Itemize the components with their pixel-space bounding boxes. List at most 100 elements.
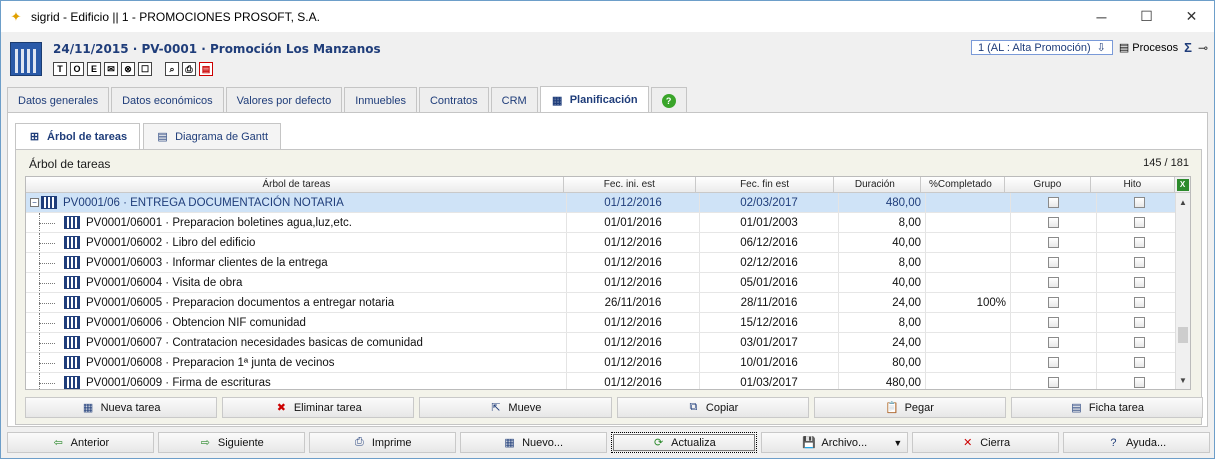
- hito-checkbox[interactable]: [1133, 197, 1145, 208]
- task-name: PV0001/06006 · Obtencion NIF comunidad: [86, 316, 306, 329]
- new-button[interactable]: ▦ Nuevo...: [459, 432, 607, 453]
- print-tool-icon[interactable]: ⎙: [182, 62, 196, 76]
- cell-name: PV0001/06009 · Firma de escrituras: [26, 373, 567, 389]
- grupo-checkbox[interactable]: [1048, 317, 1059, 328]
- hito-checkbox[interactable]: [1133, 357, 1145, 368]
- refresh-button[interactable]: ⟳ Actualiza: [610, 432, 758, 453]
- task-sheet-label: Ficha tarea: [1088, 401, 1144, 414]
- procesos-button[interactable]: ▤ Procesos: [1119, 41, 1178, 55]
- print-button[interactable]: ⎙ Imprime: [308, 432, 456, 453]
- grupo-checkbox[interactable]: [1048, 357, 1059, 368]
- col-header-arbol[interactable]: Árbol de tareas: [26, 177, 564, 192]
- excel-export-button[interactable]: X: [1175, 177, 1190, 192]
- app-window: ✦ sigrid - Edificio || 1 - PROMOCIONES P…: [0, 0, 1215, 459]
- save-icon: 💾: [802, 437, 816, 449]
- close-window-button[interactable]: ✕: [1169, 1, 1214, 32]
- copy-task-button[interactable]: ⧉ Copiar: [616, 397, 809, 418]
- tab-inmuebles[interactable]: Inmuebles: [344, 87, 417, 113]
- grupo-checkbox[interactable]: [1048, 257, 1059, 268]
- col-header-duracion[interactable]: Duración: [834, 177, 921, 192]
- table-row[interactable]: PV0001/06002 · Libro del edificio 01/12/…: [26, 233, 1190, 253]
- header-right: 1 (AL : Alta Promoción) ⇩ ▤ Procesos Σ ⊸: [970, 40, 1208, 55]
- maximize-button[interactable]: ☐: [1124, 1, 1169, 32]
- tab-valores-por-defecto[interactable]: Valores por defecto: [225, 87, 343, 113]
- move-task-button[interactable]: ⇱ Mueve: [419, 397, 612, 418]
- arrow-left-icon: ⇦: [53, 437, 63, 449]
- hito-checkbox[interactable]: [1133, 217, 1145, 228]
- cell-completado: [926, 353, 1011, 372]
- col-header-completado[interactable]: %Completado: [921, 177, 1006, 192]
- collapse-icon[interactable]: −: [30, 198, 39, 207]
- tab-crm[interactable]: CRM: [490, 87, 538, 113]
- file-menu-button[interactable]: 💾 Archivo... ▼: [761, 432, 909, 453]
- pin-icon[interactable]: ⊸: [1198, 41, 1208, 55]
- previous-button[interactable]: ⇦ Anterior: [7, 432, 154, 453]
- hito-checkbox[interactable]: [1133, 237, 1145, 248]
- paste-task-button[interactable]: 📋 Pegar: [813, 397, 1006, 418]
- grupo-checkbox[interactable]: [1048, 217, 1059, 228]
- grupo-checkbox[interactable]: [1048, 197, 1059, 208]
- table-row[interactable]: PV0001/06004 · Visita de obra 01/12/2016…: [26, 273, 1190, 293]
- pdf-tool-icon[interactable]: ▤: [199, 62, 213, 76]
- hito-checkbox[interactable]: [1133, 297, 1145, 308]
- table-row[interactable]: PV0001/06009 · Firma de escrituras 01/12…: [26, 373, 1190, 389]
- tree-icon: ⊞: [29, 131, 40, 143]
- cell-name: PV0001/06005 · Preparacion documentos a …: [26, 293, 567, 312]
- close-button[interactable]: ✕ Cierra: [912, 432, 1060, 453]
- refresh-icon: ⟳: [654, 437, 664, 449]
- close-label: Cierra: [980, 436, 1011, 449]
- minimize-button[interactable]: ─: [1079, 1, 1124, 32]
- task-icon: [64, 296, 80, 309]
- hito-checkbox[interactable]: [1133, 377, 1145, 388]
- sigma-icon[interactable]: Σ: [1184, 40, 1192, 55]
- task-sheet-button[interactable]: ▤ Ficha tarea: [1010, 397, 1204, 418]
- grupo-checkbox[interactable]: [1048, 377, 1059, 388]
- cell-hito: [1097, 253, 1182, 272]
- mail-tool-icon[interactable]: ✉: [104, 62, 118, 76]
- help-globe-icon: ?: [1110, 436, 1117, 449]
- text-tool-icon[interactable]: T: [53, 62, 67, 76]
- scroll-up-icon[interactable]: ▲: [1176, 195, 1190, 209]
- grupo-checkbox[interactable]: [1048, 237, 1059, 248]
- hito-checkbox[interactable]: [1133, 317, 1145, 328]
- hito-checkbox[interactable]: [1133, 337, 1145, 348]
- tab-datos-generales[interactable]: Datos generales: [7, 87, 110, 113]
- delete-task-button[interactable]: ✖ Eliminar tarea: [222, 397, 415, 418]
- tab-planificacion[interactable]: ▦ Planificación: [539, 86, 649, 113]
- scroll-thumb[interactable]: [1178, 327, 1188, 343]
- grupo-checkbox[interactable]: [1048, 297, 1059, 308]
- table-row[interactable]: PV0001/06001 · Preparacion boletines agu…: [26, 213, 1190, 233]
- table-row[interactable]: PV0001/06003 · Informar clientes de la e…: [26, 253, 1190, 273]
- shape-tool-icon[interactable]: O: [70, 62, 84, 76]
- col-header-fec-fin[interactable]: Fec. fin est: [696, 177, 835, 192]
- note-tool-icon[interactable]: ☐: [138, 62, 152, 76]
- scroll-down-icon[interactable]: ▼: [1176, 373, 1190, 387]
- help-button[interactable]: ? Ayuda...: [1063, 432, 1210, 453]
- table-row[interactable]: PV0001/06005 · Preparacion documentos a …: [26, 293, 1190, 313]
- table-row-parent[interactable]: − PV0001/06 · ENTREGA DOCUMENTACIÓN NOTA…: [26, 193, 1190, 213]
- table-row[interactable]: PV0001/06006 · Obtencion NIF comunidad 0…: [26, 313, 1190, 333]
- next-button[interactable]: ⇨ Siguiente: [157, 432, 305, 453]
- preview-tool-icon[interactable]: ⌕: [165, 62, 179, 76]
- tab-help[interactable]: ?: [650, 87, 687, 113]
- grupo-checkbox[interactable]: [1048, 277, 1059, 288]
- col-header-fec-ini[interactable]: Fec. ini. est: [564, 177, 696, 192]
- hito-checkbox[interactable]: [1133, 257, 1145, 268]
- cell-hito: [1097, 193, 1182, 212]
- grid-scrollbar[interactable]: ▲ ▼: [1175, 193, 1190, 389]
- col-header-grupo[interactable]: Grupo: [1005, 177, 1091, 192]
- state-select[interactable]: 1 (AL : Alta Promoción) ⇩: [970, 40, 1113, 55]
- tab-datos-economicos[interactable]: Datos económicos: [111, 87, 224, 113]
- hito-checkbox[interactable]: [1133, 277, 1145, 288]
- table-row[interactable]: PV0001/06008 · Preparacion 1ª junta de v…: [26, 353, 1190, 373]
- new-task-button[interactable]: ▦ Nueva tarea: [25, 397, 218, 418]
- subtab-gantt[interactable]: ▤ Diagrama de Gantt: [143, 123, 282, 149]
- grupo-checkbox[interactable]: [1048, 337, 1059, 348]
- edit-tool-icon[interactable]: E: [87, 62, 101, 76]
- table-row[interactable]: PV0001/06007 · Contratacion necesidades …: [26, 333, 1190, 353]
- subtab-arbol[interactable]: ⊞ Árbol de tareas: [15, 123, 141, 149]
- block-tool-icon[interactable]: ⊗: [121, 62, 135, 76]
- tab-contratos[interactable]: Contratos: [418, 87, 489, 113]
- col-header-hito[interactable]: Hito: [1091, 177, 1176, 192]
- cell-completado: [926, 313, 1011, 332]
